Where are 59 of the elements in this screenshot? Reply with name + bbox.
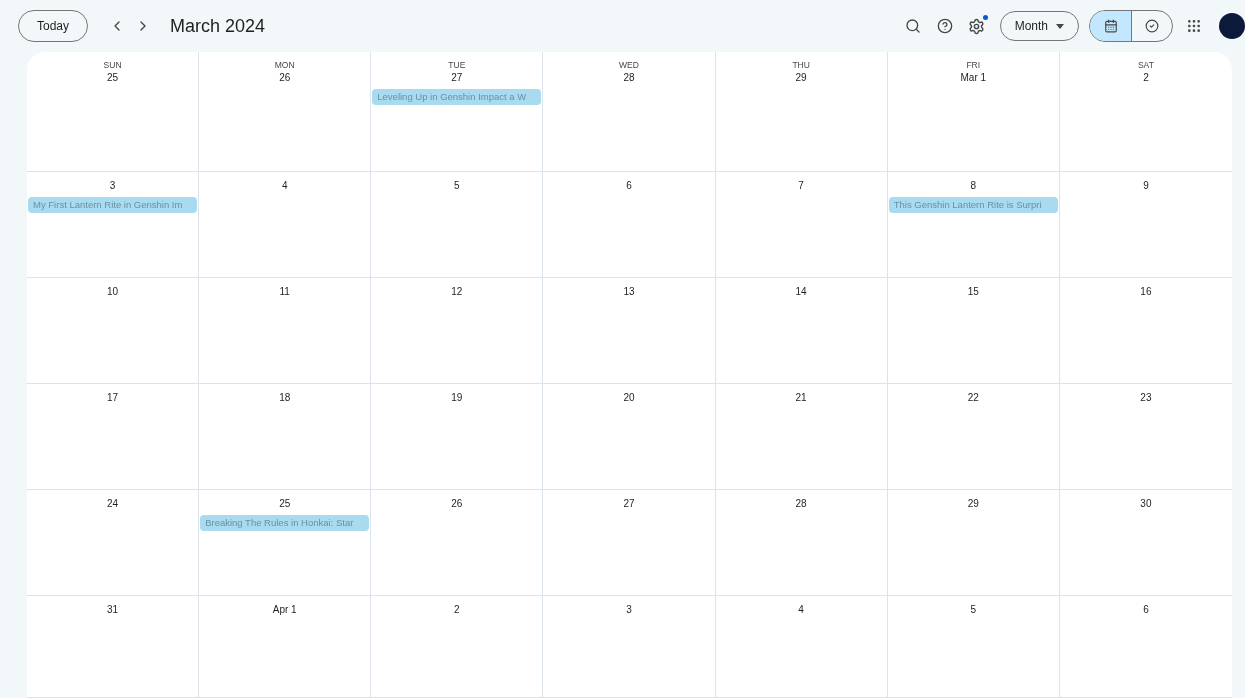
date-number[interactable]: 26: [451, 497, 463, 511]
date-number[interactable]: 24: [107, 497, 119, 511]
date-number[interactable]: 23: [1140, 391, 1152, 405]
date-number[interactable]: 3: [626, 603, 632, 617]
date-number[interactable]: 4: [798, 603, 804, 617]
date-number[interactable]: 28: [795, 497, 807, 511]
weekday-label: SAT: [1137, 59, 1154, 71]
date-number[interactable]: 6: [1143, 603, 1149, 617]
date-number[interactable]: 20: [623, 391, 635, 405]
date-number[interactable]: 9: [1143, 179, 1149, 193]
weekday-label: MON: [274, 59, 295, 71]
settings-icon: [968, 17, 986, 35]
caret-icon: [1056, 23, 1064, 29]
avatar[interactable]: [1219, 13, 1245, 39]
date-number[interactable]: 28: [623, 71, 635, 85]
weekday-label: TUE: [448, 59, 466, 71]
date-number[interactable]: 16: [1140, 285, 1152, 299]
date-number[interactable]: 2: [454, 603, 460, 617]
date-number[interactable]: 21: [795, 391, 807, 405]
weekday-label: FRI: [966, 59, 981, 71]
date-number[interactable]: 6: [626, 179, 632, 193]
search-icon: [904, 18, 921, 34]
weekday-label: WED: [619, 59, 639, 71]
weekday-label: SUN: [103, 59, 122, 71]
date-number[interactable]: 5: [970, 603, 977, 617]
date-number[interactable]: 8: [970, 179, 977, 193]
date-number[interactable]: 7: [798, 179, 804, 193]
date-number[interactable]: 17: [107, 391, 119, 405]
weekday-label: THU: [792, 59, 810, 71]
calendar-icon: [1103, 19, 1118, 33]
date-number[interactable]: 22: [967, 391, 979, 405]
date-number[interactable]: 14: [795, 285, 807, 299]
date-number[interactable]: 31: [107, 603, 119, 617]
date-number[interactable]: 29: [967, 497, 979, 511]
date-number[interactable]: 25: [107, 71, 119, 85]
date-number[interactable]: 12: [451, 285, 463, 299]
apps-grid-icon: [1186, 18, 1202, 34]
date-number[interactable]: 26: [279, 71, 291, 85]
date-number[interactable]: 3: [109, 179, 116, 193]
date-number[interactable]: Mar 1: [960, 71, 987, 85]
date-number[interactable]: 13: [623, 285, 635, 299]
date-number[interactable]: 29: [795, 71, 807, 85]
date-number[interactable]: 11: [279, 285, 290, 299]
date-number[interactable]: 19: [451, 391, 463, 405]
date-number[interactable]: 10: [107, 285, 119, 299]
date-number[interactable]: 30: [1140, 497, 1152, 511]
date-number[interactable]: 4: [281, 179, 288, 193]
date-number[interactable]: 18: [279, 391, 291, 405]
date-number[interactable]: 27: [451, 71, 463, 85]
date-number[interactable]: 5: [454, 179, 460, 193]
date-number[interactable]: 27: [623, 497, 635, 511]
help-icon: [936, 18, 953, 34]
date-number[interactable]: 15: [967, 285, 979, 299]
date-number[interactable]: 2: [1143, 71, 1149, 85]
view-toggle-button[interactable]: [1090, 11, 1131, 41]
date-number[interactable]: 25: [279, 497, 291, 511]
check-circle-icon: [1145, 19, 1159, 33]
month-title: March 2024: [170, 15, 266, 37]
date-number[interactable]: Apr 1: [272, 603, 297, 617]
